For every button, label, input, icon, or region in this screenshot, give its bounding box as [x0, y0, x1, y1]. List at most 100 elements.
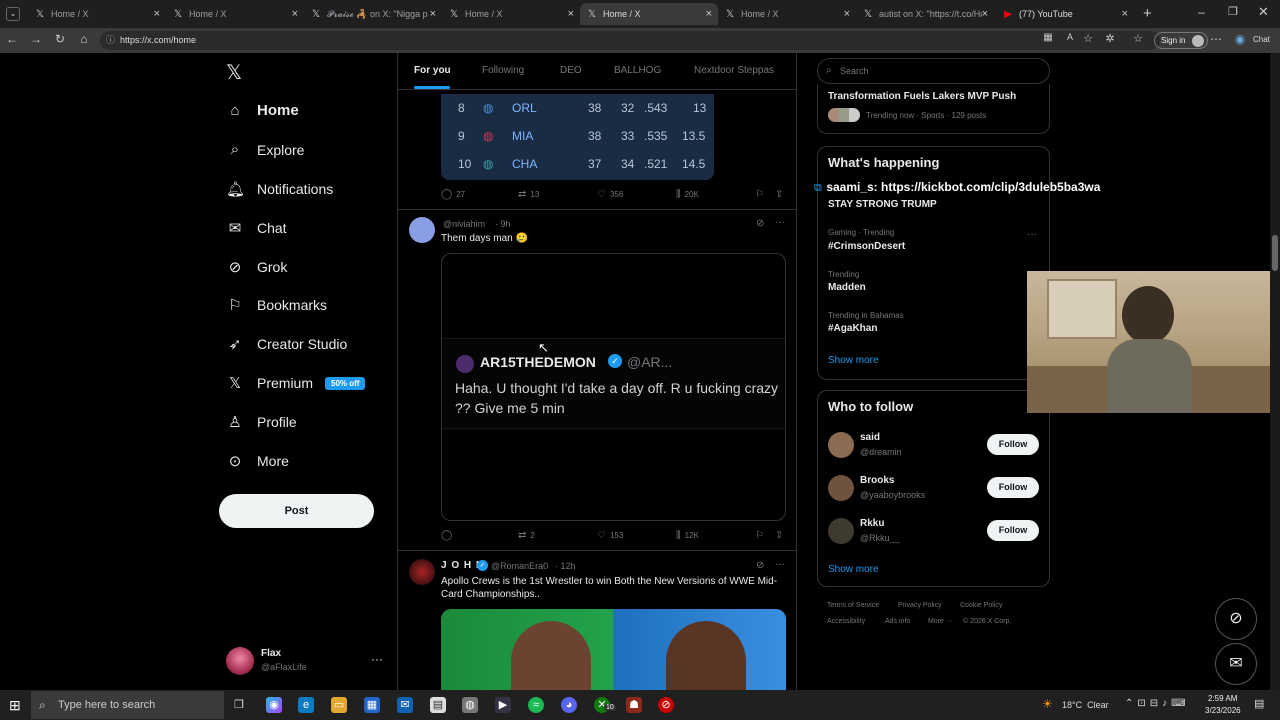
- show-more-link[interactable]: Show more: [828, 564, 879, 575]
- reply-button[interactable]: ◯: [441, 530, 456, 541]
- apps-icon[interactable]: ▦: [1040, 32, 1056, 43]
- follow-name[interactable]: Rkku: [860, 518, 884, 529]
- trend-name[interactable]: #AgaKhan: [828, 323, 877, 334]
- reply-button[interactable]: ◯ 27: [441, 189, 465, 200]
- browser-tab[interactable]: ▶ (77) YouTube ×: [996, 3, 1134, 25]
- bookmark-button[interactable]: ⚐: [755, 189, 768, 200]
- post-time[interactable]: · 12h: [555, 561, 576, 571]
- browser-tab-active[interactable]: 𝕏 Home / X ×: [580, 3, 718, 25]
- more-icon[interactable]: ···: [775, 559, 785, 570]
- close-icon[interactable]: ×: [154, 8, 160, 20]
- chat-fab-button[interactable]: ✉: [1215, 643, 1257, 685]
- share-button[interactable]: ⇪: [775, 530, 787, 541]
- refresh-icon[interactable]: ↻: [52, 32, 68, 46]
- game-icon[interactable]: ☗: [626, 697, 642, 713]
- browser-tab[interactable]: 𝕏 𝓟𝓻𝓪𝓲𝓼𝓮 🦂 on X: "Nigga p ×: [304, 3, 442, 25]
- discord-icon[interactable]: ◕: [561, 697, 577, 713]
- document-icon[interactable]: ▤: [430, 697, 446, 713]
- copilot-taskbar-icon[interactable]: ◉: [266, 697, 282, 713]
- close-icon[interactable]: ×: [982, 8, 988, 20]
- forward-icon[interactable]: →: [28, 32, 44, 46]
- follow-button[interactable]: Follow: [987, 434, 1039, 455]
- repost-button[interactable]: ⇄ 2: [518, 530, 535, 541]
- favorite-star-icon[interactable]: ☆: [1080, 32, 1096, 45]
- sidebar-item-creator-studio[interactable]: ➶ Creator Studio: [226, 335, 348, 353]
- browser-tab[interactable]: 𝕏 Home / X ×: [28, 3, 166, 25]
- quoted-media-card[interactable]: AR15THEDEMON ✓ @AR... Haha. U thought I'…: [441, 253, 786, 521]
- grok-icon[interactable]: ⊘: [756, 218, 764, 229]
- trend-name[interactable]: Madden: [828, 282, 866, 293]
- restore-button[interactable]: ❐: [1228, 5, 1238, 18]
- app-icon[interactable]: ◍: [462, 697, 478, 713]
- sidebar-item-home[interactable]: ⌂ Home: [226, 102, 298, 119]
- task-view-icon[interactable]: ❐: [234, 698, 244, 711]
- sidebar-item-premium[interactable]: 𝕏 Premium 50% off: [226, 374, 366, 392]
- close-icon[interactable]: ×: [292, 8, 298, 20]
- copilot-icon[interactable]: ◉: [1232, 32, 1248, 46]
- browser-tab[interactable]: 𝕏 Home / X ×: [442, 3, 580, 25]
- footer-link[interactable]: More ···: [928, 618, 953, 625]
- browser-tab[interactable]: 𝕏 Home / X ×: [166, 3, 304, 25]
- more-menu-icon[interactable]: ⋯: [1208, 32, 1224, 46]
- browser-tab[interactable]: 𝕏 Home / X ×: [718, 3, 856, 25]
- sidebar-item-explore[interactable]: ⌕ Explore: [226, 141, 305, 158]
- system-tray-icons[interactable]: ⌃⊡⊟♪⌨: [1125, 698, 1190, 709]
- back-icon[interactable]: ←: [4, 32, 20, 46]
- x-logo-icon[interactable]: 𝕏: [226, 60, 242, 85]
- views-button[interactable]: ⫼ 20K: [676, 189, 699, 200]
- avatar[interactable]: [409, 217, 435, 243]
- close-icon[interactable]: ×: [1122, 8, 1128, 20]
- sidebar-item-bookmarks[interactable]: ⚐ Bookmarks: [226, 296, 327, 314]
- more-icon[interactable]: ···: [775, 217, 785, 228]
- tab-nextdoor-steppas[interactable]: Nextdoor Steppas: [694, 65, 774, 76]
- url-field[interactable]: ⓘ https://x.com/home: [100, 31, 1160, 50]
- more-icon[interactable]: ···: [371, 652, 383, 666]
- follow-name[interactable]: Brooks: [860, 475, 894, 486]
- taskbar-search-input[interactable]: ⌕ Type here to search: [31, 691, 224, 719]
- footer-link[interactable]: Terms of Service: [827, 602, 879, 609]
- file-explorer-icon[interactable]: ▭: [331, 697, 347, 713]
- close-icon[interactable]: ×: [568, 8, 574, 20]
- footer-link[interactable]: Privacy Policy: [898, 602, 942, 609]
- avatar[interactable]: [409, 559, 435, 585]
- tab-for-you[interactable]: For you: [414, 65, 451, 76]
- footer-link[interactable]: Cookie Policy: [960, 602, 1002, 609]
- minimize-button[interactable]: –: [1198, 5, 1205, 19]
- read-aloud-icon[interactable]: A: [1062, 32, 1078, 42]
- trend-name[interactable]: #CrimsonDesert: [828, 241, 905, 252]
- store-icon[interactable]: ▦: [364, 697, 380, 713]
- account-switcher[interactable]: Flax @aFlaxLife ···: [226, 646, 386, 676]
- more-icon[interactable]: ···: [1027, 229, 1037, 240]
- follow-button[interactable]: Follow: [987, 477, 1039, 498]
- extensions-icon[interactable]: ✲: [1102, 32, 1118, 45]
- follow-name[interactable]: said: [860, 432, 880, 443]
- tab-actions-icon[interactable]: ⌄: [6, 7, 20, 21]
- chat-label[interactable]: Chat: [1253, 35, 1270, 44]
- share-button[interactable]: ⇪: [775, 189, 787, 200]
- tab-deo[interactable]: DEO: [560, 65, 582, 76]
- close-icon[interactable]: ×: [706, 8, 712, 20]
- app-icon[interactable]: ▶: [495, 697, 511, 713]
- favorites-icon[interactable]: ☆: [1130, 32, 1146, 45]
- post-button[interactable]: Post: [219, 494, 374, 528]
- views-button[interactable]: ⫼ 12K: [676, 530, 699, 541]
- scrollbar-thumb[interactable]: [1272, 235, 1278, 271]
- search-input[interactable]: ⌕ Search: [817, 58, 1050, 84]
- sidebar-item-grok[interactable]: ⊘ Grok: [226, 258, 288, 276]
- edge-taskbar-icon[interactable]: e: [298, 697, 314, 713]
- sidebar-item-notifications[interactable]: 🔔︎ Notifications: [226, 180, 333, 198]
- close-window-button[interactable]: ✕: [1258, 4, 1269, 20]
- show-more-link[interactable]: Show more: [828, 355, 879, 366]
- close-icon[interactable]: ×: [430, 8, 436, 20]
- like-button[interactable]: ♡ 153: [597, 530, 623, 541]
- notification-center-icon[interactable]: ▤: [1254, 697, 1264, 710]
- tab-following[interactable]: Following: [482, 65, 524, 76]
- post-handle[interactable]: @niviahim: [443, 219, 485, 229]
- like-button[interactable]: ♡ 356: [597, 189, 623, 200]
- bookmark-button[interactable]: ⚐: [755, 530, 768, 541]
- trend-name[interactable]: STAY STRONG TRUMP: [828, 199, 937, 210]
- repost-button[interactable]: ⇄ 13: [518, 189, 539, 200]
- home-icon[interactable]: ⌂: [76, 32, 92, 46]
- sidebar-item-profile[interactable]: ♙ Profile: [226, 413, 296, 431]
- avatar[interactable]: [828, 475, 854, 501]
